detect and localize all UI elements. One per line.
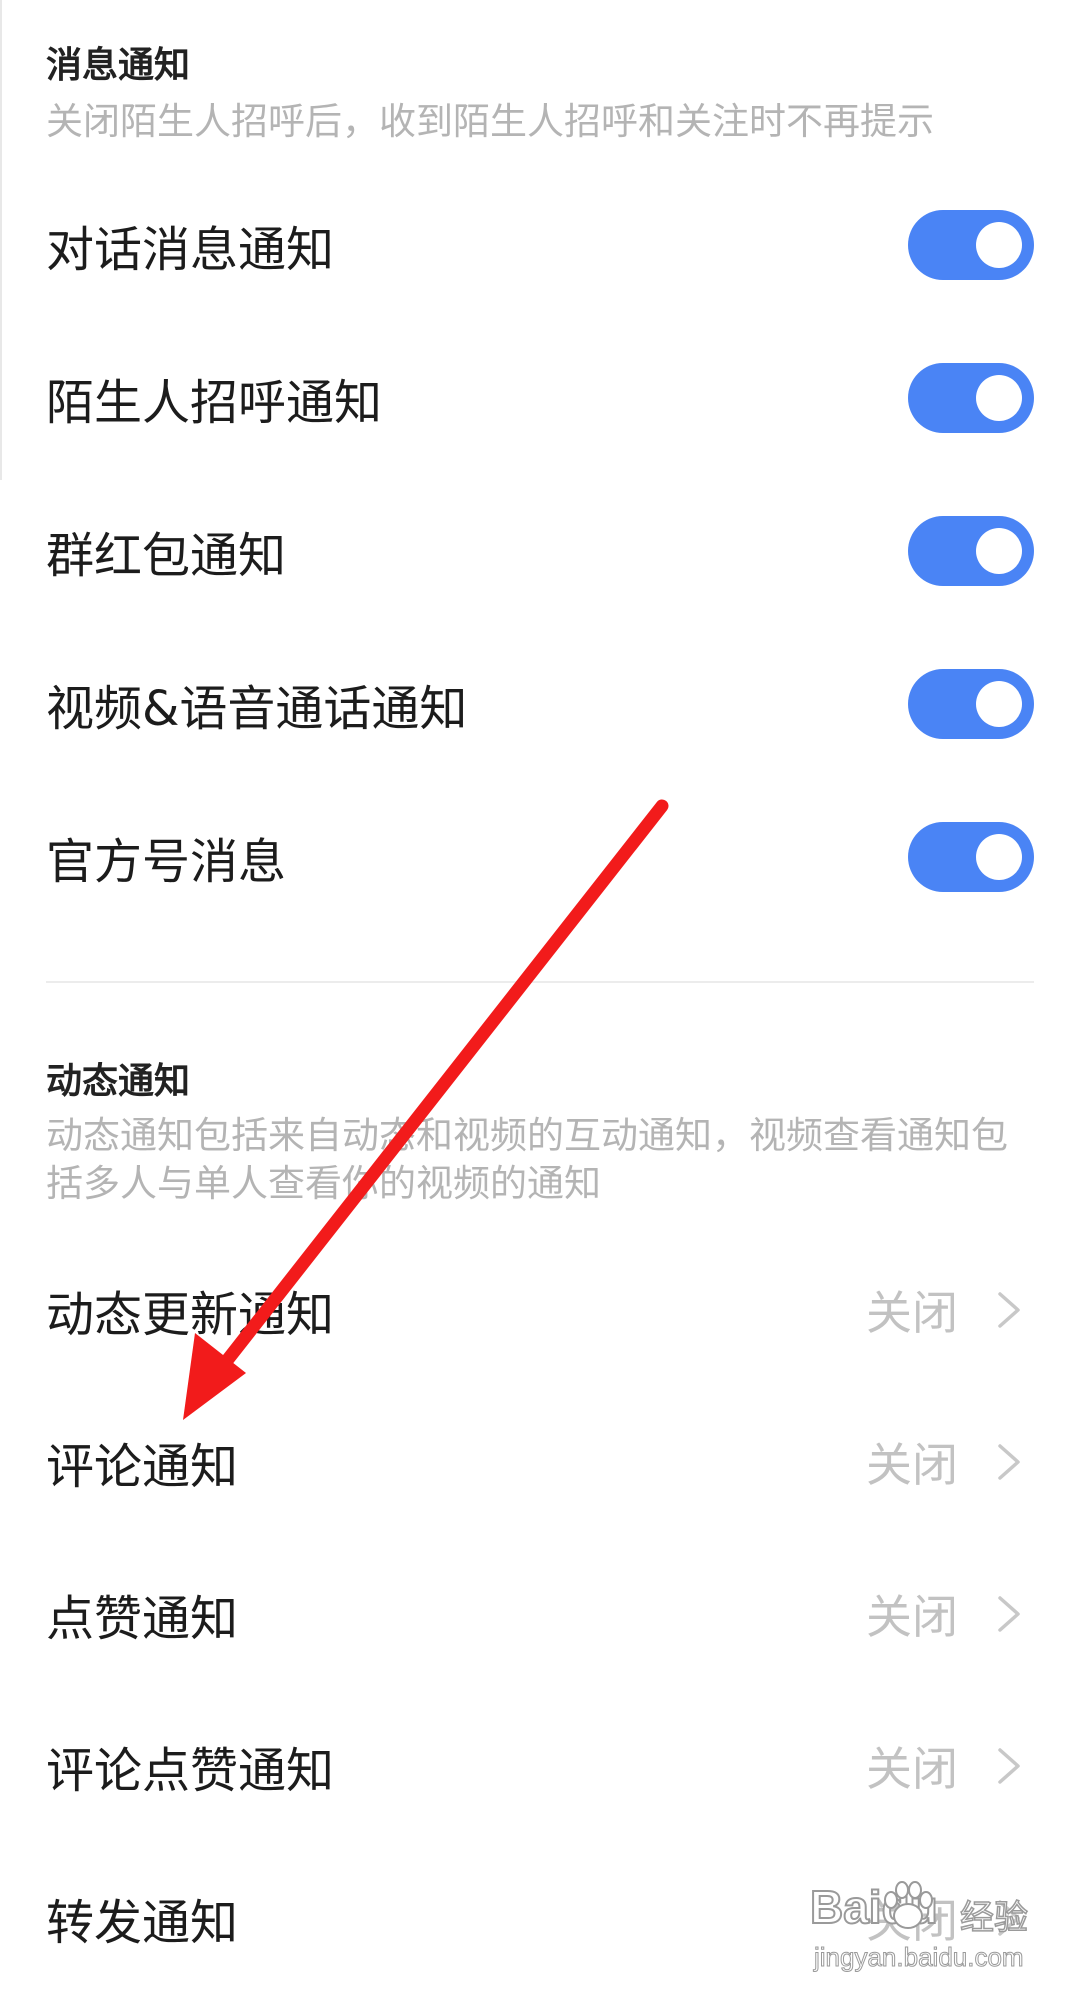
toggle-switch[interactable] [908, 669, 1034, 739]
setting-row-dialog-message[interactable]: 对话消息通知 [0, 170, 1080, 320]
activity-section-title: 动态通知 [46, 1061, 191, 1102]
baidu-watermark-logo: Baidu 经验 jingyan.baidu.com [809, 1880, 1040, 1990]
setting-row-comment-like[interactable]: 评论点赞通知 关闭 [0, 1691, 1080, 1841]
setting-row-activity-update[interactable]: 动态更新通知 关闭 [0, 1235, 1080, 1385]
setting-label: 评论点赞通知 [46, 1743, 335, 1799]
message-section-description: 关闭陌生人招呼后，收到陌生人招呼和关注时不再提示 [46, 100, 934, 143]
toggle-switch[interactable] [908, 363, 1034, 433]
setting-label: 转发通知 [46, 1895, 239, 1951]
chevron-right-icon [998, 1748, 1020, 1784]
toggle-switch[interactable] [908, 210, 1034, 280]
message-section-title: 消息通知 [46, 45, 191, 86]
toggle-switch[interactable] [908, 822, 1034, 892]
activity-section-description: 动态通知包括来自动态和视频的互动通知，视频查看通知包括多人与单人查看你的视频的通… [46, 1114, 1008, 1205]
toggle-knob [976, 681, 1022, 727]
chevron-right-icon [998, 1292, 1020, 1328]
setting-row-stranger-greeting[interactable]: 陌生人招呼通知 [0, 323, 1080, 473]
toggle-knob [976, 834, 1022, 880]
section-divider [46, 981, 1034, 983]
setting-row-comment[interactable]: 评论通知 关闭 [0, 1387, 1080, 1537]
toggle-knob [976, 222, 1022, 268]
toggle-knob [976, 528, 1022, 574]
setting-value: 关闭 [866, 1590, 958, 1644]
toggle-switch[interactable] [908, 516, 1034, 586]
setting-row-like[interactable]: 点赞通知 关闭 [0, 1539, 1080, 1689]
watermark-url: jingyan.baidu.com [814, 1942, 1025, 1973]
chevron-right-icon [998, 1596, 1020, 1632]
setting-label: 视频&语音通话通知 [46, 681, 468, 737]
setting-row-video-voice-call[interactable]: 视频&语音通话通知 [0, 629, 1080, 779]
setting-row-official-message[interactable]: 官方号消息 [0, 782, 1080, 932]
setting-label: 官方号消息 [46, 834, 287, 890]
watermark-sub: 经验 [959, 1897, 1029, 1939]
setting-label: 评论通知 [46, 1439, 239, 1495]
setting-label: 陌生人招呼通知 [46, 375, 383, 431]
setting-label: 对话消息通知 [46, 222, 335, 278]
setting-value: 关闭 [866, 1742, 958, 1796]
setting-label: 点赞通知 [46, 1591, 239, 1647]
setting-label: 动态更新通知 [46, 1287, 335, 1343]
chevron-right-icon [998, 1444, 1020, 1480]
setting-value: 关闭 [866, 1438, 958, 1492]
paw-icon [884, 1881, 933, 1929]
setting-label: 群红包通知 [46, 528, 287, 584]
setting-value: 关闭 [866, 1286, 958, 1340]
setting-row-group-red-packet[interactable]: 群红包通知 [0, 476, 1080, 626]
toggle-knob [976, 375, 1022, 421]
